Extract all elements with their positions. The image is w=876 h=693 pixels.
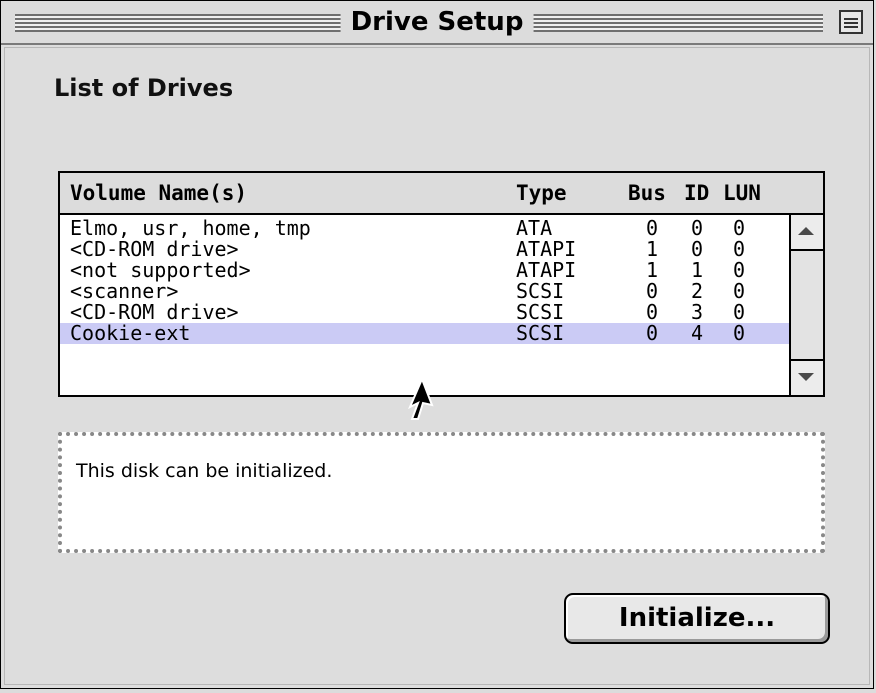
collapse-box-icon[interactable] [839,10,863,34]
id-cell: 2 [691,279,704,303]
title-bar[interactable]: Drive Setup [1,1,873,45]
id-cell: 0 [691,216,704,240]
lun-cell: 0 [733,258,746,282]
mouse-cursor-icon [408,377,434,420]
table-row-selected[interactable]: Cookie-ext SCSI 0 4 0 [60,323,789,344]
table-row[interactable]: <not supported> ATAPI 1 1 0 [60,260,789,281]
vertical-scrollbar[interactable] [789,215,823,395]
window-title: Drive Setup [340,6,534,38]
bus-cell: 0 [646,216,659,240]
id-cell: 4 [691,321,704,345]
header-type[interactable]: Type [516,181,567,205]
table-row[interactable]: <scanner> SCSI 0 2 0 [60,281,789,302]
header-lun[interactable]: LUN [723,181,761,205]
status-message-box: This disk can be initialized. [58,432,825,553]
type-cell: SCSI [516,300,565,324]
table-rows: Elmo, usr, home, tmp ATA 0 0 0 <CD-ROM d… [60,215,789,395]
lun-cell: 0 [733,216,746,240]
lun-cell: 0 [733,321,746,345]
header-volume-name[interactable]: Volume Name(s) [70,181,247,205]
header-bus[interactable]: Bus [628,181,666,205]
bus-cell: 0 [646,279,659,303]
volume-name-cell: <CD-ROM drive> [70,237,239,261]
volume-name-cell: <CD-ROM drive> [70,300,239,324]
volume-name-cell: Cookie-ext [70,321,191,345]
table-row[interactable]: Elmo, usr, home, tmp ATA 0 0 0 [60,218,789,239]
scroll-down-button[interactable] [791,359,823,395]
type-cell: SCSI [516,279,565,303]
type-cell: ATAPI [516,258,577,282]
id-cell: 0 [691,237,704,261]
bus-cell: 1 [646,258,659,282]
scroll-up-button[interactable] [791,215,823,251]
volume-name-cell: <scanner> [70,279,179,303]
bus-cell: 1 [646,237,659,261]
lun-cell: 0 [733,300,746,324]
drive-setup-window: Drive Setup List of Drives Volume Name(s… [0,0,874,689]
volume-name-cell: <not supported> [70,258,251,282]
scroll-up-arrow-icon [798,227,814,235]
header-id[interactable]: ID [684,181,709,205]
type-cell: ATA [516,216,553,240]
drives-table: Volume Name(s) Type Bus ID LUN Elmo, usr… [58,171,825,397]
type-cell: ATAPI [516,237,577,261]
status-message: This disk can be initialized. [76,460,333,482]
table-row[interactable]: <CD-ROM drive> SCSI 0 3 0 [60,302,789,323]
initialize-button[interactable]: Initialize... [564,593,830,644]
id-cell: 1 [691,258,704,282]
type-cell: SCSI [516,321,565,345]
section-title: List of Drives [54,74,234,102]
lun-cell: 0 [733,279,746,303]
table-row[interactable]: <CD-ROM drive> ATAPI 1 0 0 [60,239,789,260]
bus-cell: 0 [646,321,659,345]
bus-cell: 0 [646,300,659,324]
volume-name-cell: Elmo, usr, home, tmp [70,216,311,240]
table-header: Volume Name(s) Type Bus ID LUN [60,173,823,215]
id-cell: 3 [691,300,704,324]
scroll-down-arrow-icon [798,373,814,381]
lun-cell: 0 [733,237,746,261]
